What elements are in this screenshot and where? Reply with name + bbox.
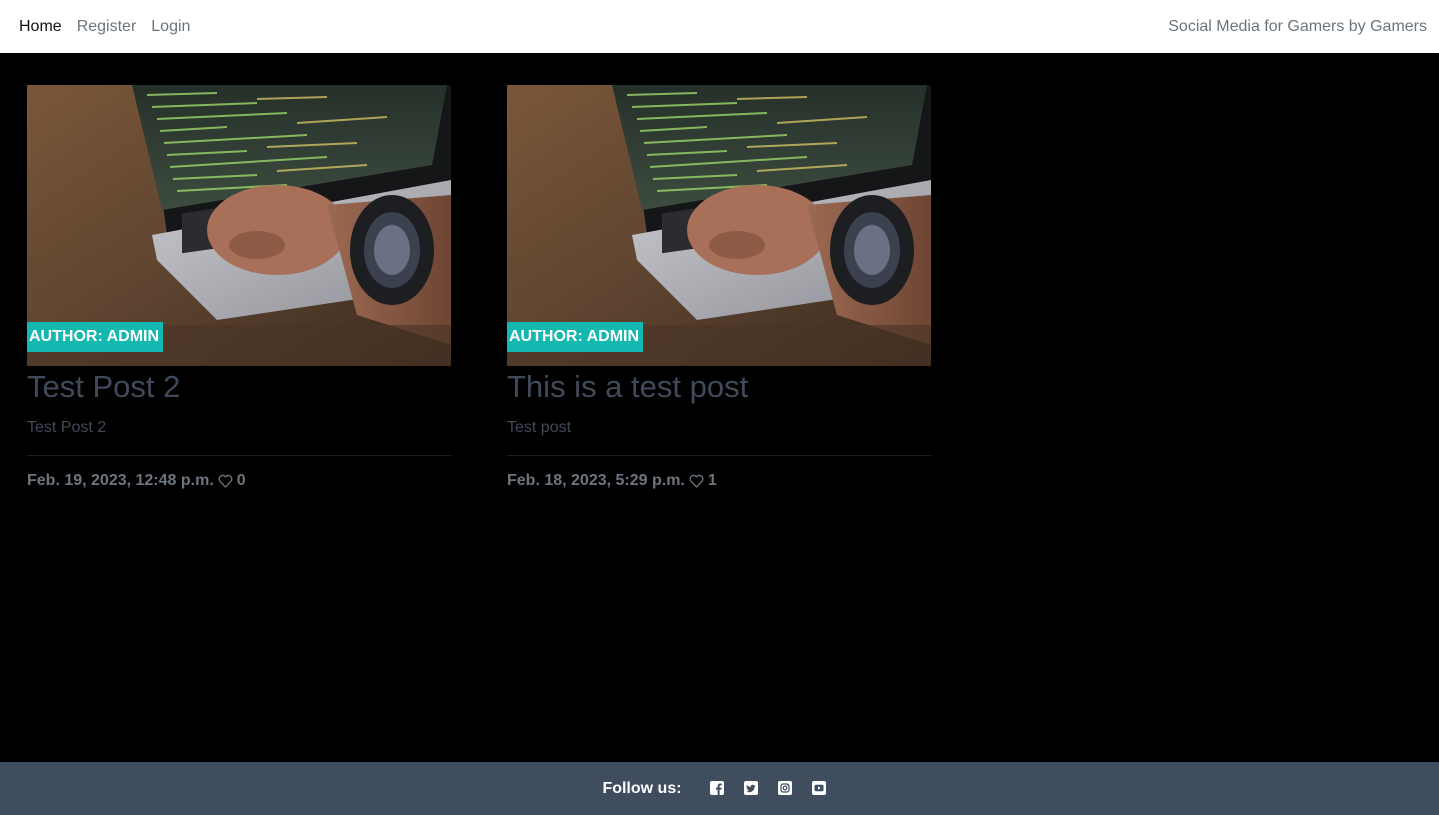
twitter-icon[interactable] xyxy=(743,780,760,797)
post-meta: Feb. 19, 2023, 12:48 p.m. 0 xyxy=(27,472,451,490)
site-footer: Follow us: xyxy=(0,762,1439,815)
follow-us-label: Follow us: xyxy=(602,779,682,797)
post-card: AUTHOR: ADMIN Test Post 2 Test Post 2 Fe… xyxy=(27,85,451,490)
post-thumbnail[interactable]: AUTHOR: ADMIN xyxy=(27,85,451,366)
heart-icon[interactable] xyxy=(689,474,704,488)
nav-home-link[interactable]: Home xyxy=(19,18,62,36)
post-meta: Feb. 18, 2023, 5:29 p.m. 1 xyxy=(507,472,931,490)
card-divider xyxy=(507,455,931,456)
instagram-icon[interactable] xyxy=(777,780,794,797)
post-excerpt: Test Post 2 xyxy=(27,419,107,436)
post-thumbnail[interactable]: AUTHOR: ADMIN xyxy=(507,85,931,366)
nav-register-link[interactable]: Register xyxy=(77,18,137,36)
post-date: Feb. 19, 2023, 12:48 p.m. xyxy=(27,472,214,489)
post-title[interactable]: Test Post 2 xyxy=(27,369,451,405)
post-title[interactable]: This is a test post xyxy=(507,369,931,405)
posts-area: AUTHOR: ADMIN Test Post 2 Test Post 2 Fe… xyxy=(0,53,1439,762)
facebook-icon[interactable] xyxy=(709,780,726,797)
author-badge: AUTHOR: ADMIN xyxy=(27,322,164,352)
like-count: 1 xyxy=(707,472,717,489)
nav-login-link[interactable]: Login xyxy=(151,18,190,36)
site-tagline: Social Media for Gamers by Gamers xyxy=(1168,17,1427,35)
youtube-icon[interactable] xyxy=(811,780,828,797)
author-badge: AUTHOR: ADMIN xyxy=(507,322,644,352)
post-date: Feb. 18, 2023, 5:29 p.m. xyxy=(507,472,685,489)
post-excerpt: Test post xyxy=(507,419,572,436)
heart-icon[interactable] xyxy=(218,474,233,488)
post-card: AUTHOR: ADMIN This is a test post Test p… xyxy=(507,85,931,490)
top-navbar: Home Register Login Social Media for Gam… xyxy=(0,0,1439,53)
like-count: 0 xyxy=(236,472,246,489)
card-divider xyxy=(27,455,451,456)
nav-links: Home Register Login xyxy=(19,18,190,36)
